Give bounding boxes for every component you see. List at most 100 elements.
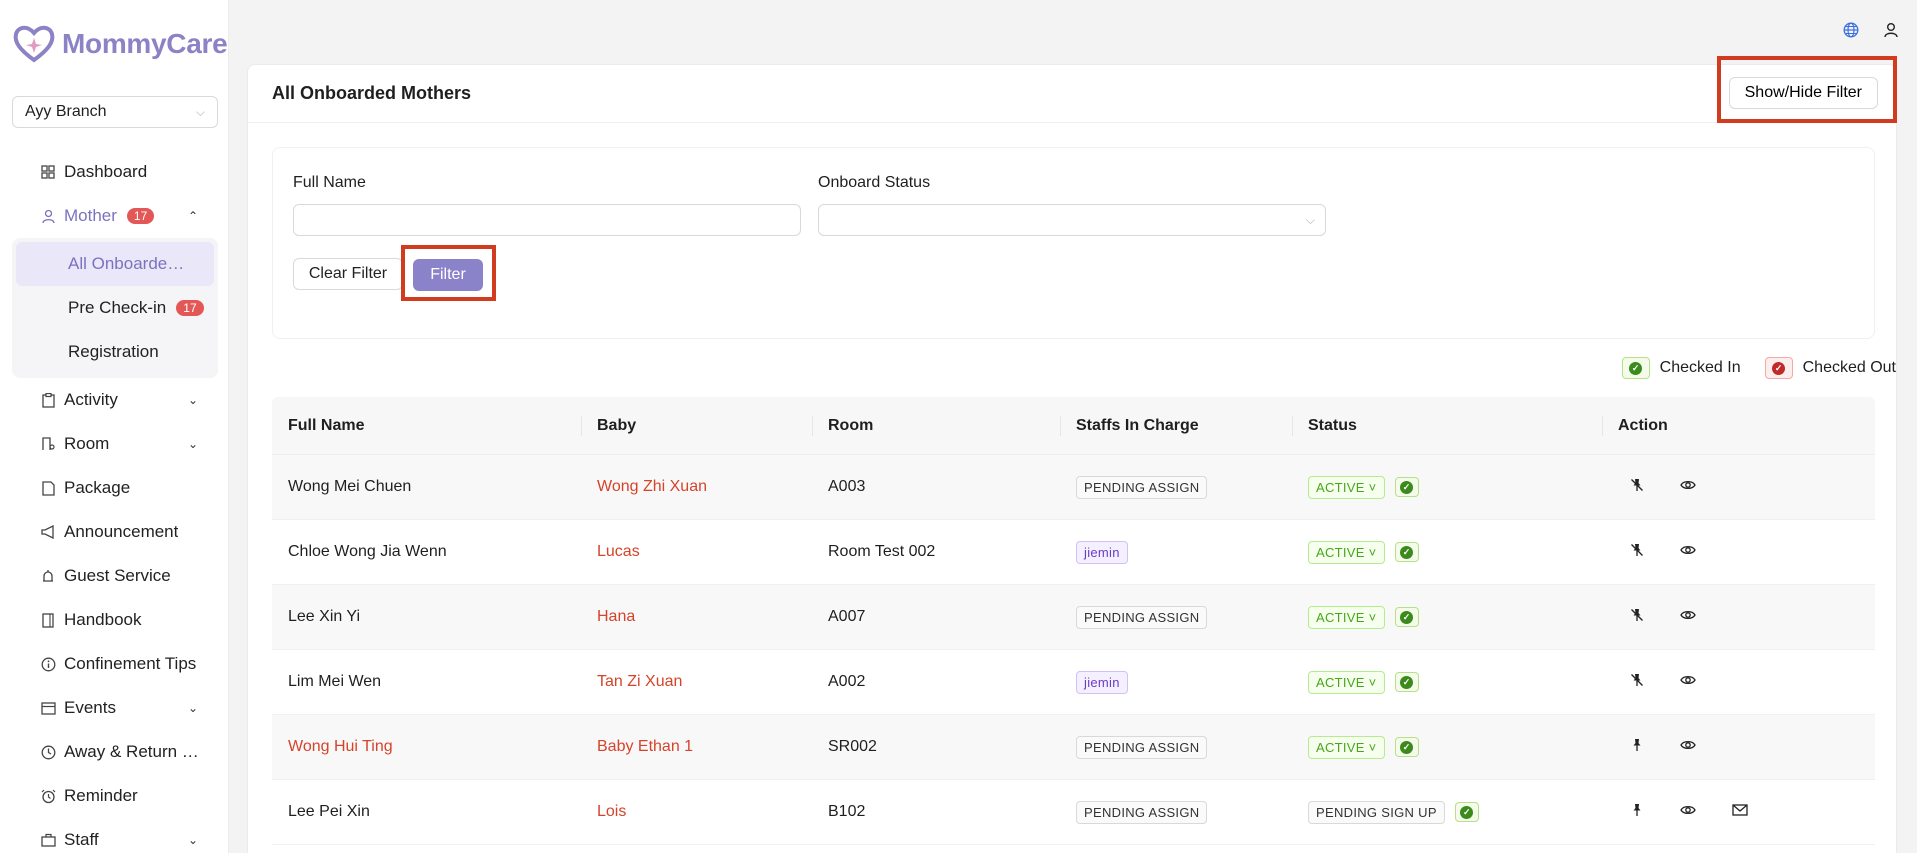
status-badge[interactable]: ACTIVE ˅ xyxy=(1308,605,1385,629)
branch-select[interactable]: Ayy Branch ⌵ xyxy=(12,96,218,128)
table-row: Wong Mei Chuen Wong Zhi Xuan A003 PENDIN… xyxy=(272,455,1875,520)
chevron-down-icon: ⌄ xyxy=(187,393,198,407)
mail-icon[interactable] xyxy=(1732,803,1748,821)
onboard-status-select[interactable]: ⌵ xyxy=(818,204,1326,236)
sidebar-subitem-registration[interactable]: Registration xyxy=(16,330,214,374)
sidebar-item-away-return[interactable]: Away & Return L... xyxy=(12,730,218,774)
chevron-down-icon: ⌄ xyxy=(187,833,198,847)
table-row: Lee Xin Yi Hana A007 PENDING ASSIGN ACTI… xyxy=(272,585,1875,650)
room-cell: SR002 xyxy=(812,738,1060,756)
status-cell: ACTIVE ˅ ✓ xyxy=(1292,540,1602,564)
column-header: Room xyxy=(812,397,1060,455)
unpin-icon[interactable] xyxy=(1630,673,1644,692)
status-cell: ACTIVE ˅ ✓ xyxy=(1292,475,1602,499)
staff-cell: jiemin xyxy=(1060,540,1292,564)
checked-in-icon: ✓ xyxy=(1394,672,1419,692)
status-cell: ACTIVE ˅ ✓ xyxy=(1292,670,1602,694)
sidebar-item-events[interactable]: Events ⌄ xyxy=(12,686,218,730)
sidebar-item-label: Confinement Tips xyxy=(64,654,197,673)
eye-icon[interactable] xyxy=(1680,608,1696,626)
sidebar-item-package[interactable]: Package xyxy=(12,466,218,510)
eye-icon[interactable] xyxy=(1680,673,1696,691)
checked-in-icon: ✓ xyxy=(1394,607,1419,627)
room-name: B102 xyxy=(828,803,866,820)
status-cell: PENDING SIGN UP ✓ xyxy=(1292,800,1602,824)
baby-cell: Lois xyxy=(581,803,812,821)
sidebar-item-reminder[interactable]: Reminder xyxy=(12,774,218,818)
unpin-icon[interactable] xyxy=(1630,543,1644,562)
table-row: Lim Mei Wen Tan Zi Xuan A002 jiemin ACTI… xyxy=(272,650,1875,715)
package-icon xyxy=(40,480,56,496)
sidebar-item-label: Events xyxy=(64,698,116,717)
status-badge[interactable]: PENDING SIGN UP xyxy=(1308,800,1445,824)
mother-name-cell: Wong Mei Chuen xyxy=(272,478,581,496)
sidebar-item-handbook[interactable]: Handbook xyxy=(12,598,218,642)
mother-count-badge: 17 xyxy=(126,208,155,224)
highlight-box xyxy=(1717,56,1897,123)
sidebar-subitem-all-onboarded[interactable]: All Onboarded ... xyxy=(16,242,214,286)
mother-name[interactable]: Lim Mei Wen xyxy=(288,673,381,691)
sidebar-item-room[interactable]: Room ⌄ xyxy=(12,422,218,466)
sidebar-item-dashboard[interactable]: Dashboard xyxy=(12,150,218,194)
mother-name[interactable]: Wong Mei Chuen xyxy=(288,478,411,496)
status-badge[interactable]: ACTIVE ˅ xyxy=(1308,475,1385,499)
table-body: Wong Mei Chuen Wong Zhi Xuan A003 PENDIN… xyxy=(272,455,1875,845)
baby-cell: Baby Ethan 1 xyxy=(581,738,812,756)
sidebar-item-guest-service[interactable]: Guest Service xyxy=(12,554,218,598)
baby-cell: Wong Zhi Xuan xyxy=(581,478,812,496)
app-logo[interactable]: MommyCare+ xyxy=(12,22,228,66)
room-cell: B102 xyxy=(812,803,1060,821)
sidebar-subitem-pre-check-in[interactable]: Pre Check-in 17 xyxy=(16,286,214,330)
baby-name[interactable]: Lucas xyxy=(597,543,640,561)
sidebar-item-activity[interactable]: Activity ⌄ xyxy=(12,378,218,422)
checked-in-icon: ✓ xyxy=(1621,357,1650,379)
baby-name[interactable]: Wong Zhi Xuan xyxy=(597,478,707,496)
status-badge[interactable]: ACTIVE ˅ xyxy=(1308,735,1385,759)
staff-cell: PENDING ASSIGN xyxy=(1060,800,1292,824)
staff-tag: PENDING ASSIGN xyxy=(1076,605,1208,629)
staff-tag: PENDING ASSIGN xyxy=(1076,800,1208,824)
pre-checkin-count-badge: 17 xyxy=(176,300,204,316)
clear-filter-button[interactable]: Clear Filter xyxy=(293,258,403,290)
globe-icon[interactable] xyxy=(1843,22,1859,43)
staff-icon xyxy=(40,832,56,848)
baby-name[interactable]: Lois xyxy=(597,803,626,821)
mother-name[interactable]: Wong Hui Ting xyxy=(288,738,393,756)
eye-icon[interactable] xyxy=(1680,738,1696,756)
baby-name[interactable]: Hana xyxy=(597,608,635,626)
sidebar-item-confinement-tips[interactable]: Confinement Tips xyxy=(12,642,218,686)
checkin-legend: ✓ Checked In ✓ Checked Out xyxy=(1608,357,1896,379)
eye-icon[interactable] xyxy=(1680,478,1696,496)
eye-icon[interactable] xyxy=(1680,543,1696,561)
baby-cell: Lucas xyxy=(581,543,812,561)
mother-name[interactable]: Lee Pei Xin xyxy=(288,803,370,821)
onboard-status-label: Onboard Status xyxy=(818,174,931,191)
mother-name[interactable]: Lee Xin Yi xyxy=(288,608,360,626)
sidebar-item-label: Package xyxy=(64,478,131,497)
sidebar-item-mother[interactable]: Mother 17 ⌃ xyxy=(12,194,218,238)
baby-name[interactable]: Tan Zi Xuan xyxy=(597,673,682,691)
room-name: A003 xyxy=(828,478,866,495)
status-badge[interactable]: ACTIVE ˅ xyxy=(1308,670,1385,694)
room-name: A002 xyxy=(828,673,866,690)
pin-icon[interactable] xyxy=(1630,803,1644,822)
sidebar-item-announcement[interactable]: Announcement xyxy=(12,510,218,554)
pin-icon[interactable] xyxy=(1630,738,1644,757)
baby-cell: Hana xyxy=(581,608,812,626)
unpin-icon[interactable] xyxy=(1630,478,1644,497)
sidebar-item-label: Announcement xyxy=(64,522,179,541)
mother-name[interactable]: Chloe Wong Jia Wenn xyxy=(288,543,447,561)
bell-icon xyxy=(40,568,56,584)
baby-name[interactable]: Baby Ethan 1 xyxy=(597,738,693,756)
user-profile-icon[interactable] xyxy=(1883,22,1899,43)
checked-in-icon: ✓ xyxy=(1394,477,1419,497)
baby-cell: Tan Zi Xuan xyxy=(581,673,812,691)
unpin-icon[interactable] xyxy=(1630,608,1644,627)
eye-icon[interactable] xyxy=(1680,803,1696,821)
checked-in-icon: ✓ xyxy=(1454,802,1479,822)
sidebar-item-staff[interactable]: Staff ⌄ xyxy=(12,818,218,853)
legend-checked-in: ✓ Checked In xyxy=(1621,357,1741,379)
chevron-down-icon: ⌄ xyxy=(187,701,198,715)
status-badge[interactable]: ACTIVE ˅ xyxy=(1308,540,1385,564)
full-name-input[interactable] xyxy=(293,204,801,236)
